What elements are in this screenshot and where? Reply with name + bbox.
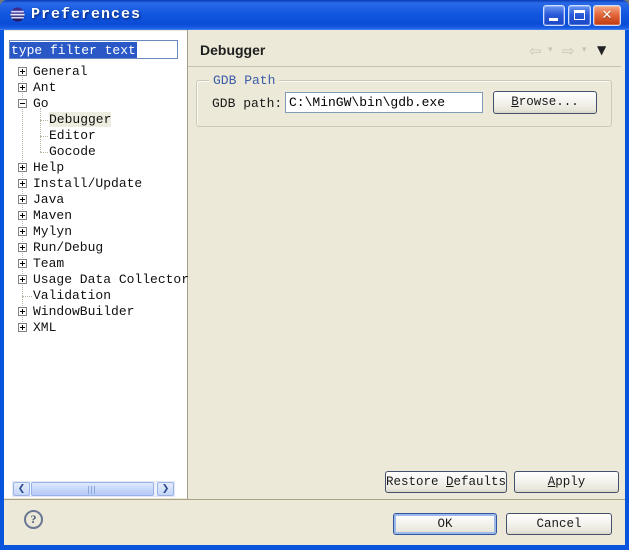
scroll-left-icon[interactable]: ❮ [13, 482, 30, 496]
filter-text-input[interactable]: type filter text [9, 40, 178, 59]
tree-item-label: Java [33, 192, 64, 207]
tree-item-run-debug[interactable]: Run/Debug [4, 240, 187, 256]
tree-item-label: XML [33, 320, 56, 335]
tree-item-label: Mylyn [33, 224, 72, 239]
cancel-button[interactable]: Cancel [506, 513, 612, 535]
forward-menu-icon[interactable]: ▾ [582, 45, 587, 55]
back-menu-icon[interactable]: ▾ [548, 45, 553, 55]
back-arrow-icon[interactable]: ⇦ [529, 42, 542, 60]
tree-item-label: Team [33, 256, 64, 271]
eclipse-logo-icon [10, 7, 25, 22]
title-bar[interactable]: Preferences ✕ [0, 0, 629, 30]
scroll-right-icon[interactable]: ❯ [157, 482, 174, 496]
tree-item-install-update[interactable]: Install/Update [4, 176, 187, 192]
tree-item-label: Help [33, 160, 64, 175]
apply-button[interactable]: Apply [514, 471, 619, 493]
group-title: GDB Path [209, 73, 279, 88]
tree-item-debugger[interactable]: Debugger [4, 112, 187, 128]
thumb-grip [88, 486, 97, 494]
minimize-icon[interactable] [543, 5, 565, 26]
tree-item-label: Validation [33, 288, 111, 303]
ok-button[interactable]: OK [393, 513, 497, 535]
forward-arrow-icon[interactable]: ⇨ [562, 42, 575, 60]
tree-item-general[interactable]: General [4, 64, 187, 80]
expand-plus-icon[interactable] [18, 259, 27, 268]
tree-item-java[interactable]: Java [4, 192, 187, 208]
expand-plus-icon[interactable] [18, 67, 27, 76]
browse-button[interactable]: Browse... [493, 91, 597, 114]
tree-item-validation[interactable]: Validation [4, 288, 187, 304]
expand-plus-icon[interactable] [18, 179, 27, 188]
close-glyph: ✕ [594, 6, 620, 25]
tree-item-label: Run/Debug [33, 240, 103, 255]
tree-item-label: Gocode [49, 144, 96, 159]
expand-plus-icon[interactable] [18, 323, 27, 332]
tree-horizontal-scrollbar[interactable]: ❮ ❯ [12, 481, 175, 497]
minimize-glyph [549, 18, 558, 21]
expand-plus-icon[interactable] [18, 243, 27, 252]
preferences-dialog: Preferences ✕ type filter text GeneralAn… [0, 0, 629, 550]
gdb-path-label: GDB path: [212, 96, 282, 111]
tree-item-label: WindowBuilder [33, 304, 134, 319]
maximize-icon[interactable] [568, 5, 591, 26]
gdb-path-input[interactable]: C:\MinGW\bin\gdb.exe [285, 92, 483, 113]
tree-item-label: Usage Data Collector [33, 272, 189, 287]
restore-defaults-button[interactable]: Restore Defaults [385, 471, 507, 493]
scrollbar-thumb[interactable] [31, 482, 154, 496]
header-separator [188, 66, 621, 67]
expand-plus-icon[interactable] [18, 227, 27, 236]
tree-item-windowbuilder[interactable]: WindowBuilder [4, 304, 187, 320]
expand-plus-icon[interactable] [18, 163, 27, 172]
filter-selected-text: type filter text [10, 42, 137, 59]
expand-plus-icon[interactable] [18, 275, 27, 284]
tree-item-maven[interactable]: Maven [4, 208, 187, 224]
expand-plus-icon[interactable] [18, 307, 27, 316]
maximize-glyph [574, 10, 585, 20]
panel-sash[interactable] [187, 30, 188, 500]
preferences-tree: GeneralAntGoDebuggerEditorGocodeHelpInst… [4, 64, 187, 344]
expand-plus-icon[interactable] [18, 83, 27, 92]
expand-plus-icon[interactable] [18, 211, 27, 220]
gdb-path-group: GDB Path GDB path: C:\MinGW\bin\gdb.exe … [196, 80, 612, 127]
tree-item-label: Maven [33, 208, 72, 223]
close-icon[interactable]: ✕ [593, 5, 621, 26]
tree-item-label: Go [33, 96, 49, 111]
tree-item-usage-data-collector[interactable]: Usage Data Collector [4, 272, 187, 288]
window-title: Preferences [31, 0, 141, 29]
view-menu-icon[interactable]: ▼ [597, 43, 606, 57]
tree-item-label: Debugger [49, 112, 111, 127]
tree-item-ant[interactable]: Ant [4, 80, 187, 96]
tree-item-editor[interactable]: Editor [4, 128, 187, 144]
tree-item-xml[interactable]: XML [4, 320, 187, 336]
tree-item-help[interactable]: Help [4, 160, 187, 176]
expand-plus-icon[interactable] [18, 195, 27, 204]
collapse-minus-icon[interactable] [18, 99, 27, 108]
tree-item-label: Install/Update [33, 176, 142, 191]
tree-item-label: Editor [49, 128, 96, 143]
page-title: Debugger [200, 42, 265, 58]
tree-item-label: Ant [33, 80, 56, 95]
tree-item-mylyn[interactable]: Mylyn [4, 224, 187, 240]
tree-item-team[interactable]: Team [4, 256, 187, 272]
help-icon[interactable]: ? [24, 510, 43, 529]
tree-item-label: General [33, 64, 88, 79]
tree-item-gocode[interactable]: Gocode [4, 144, 187, 160]
footer-separator [4, 499, 625, 500]
tree-item-go[interactable]: Go [4, 96, 187, 112]
